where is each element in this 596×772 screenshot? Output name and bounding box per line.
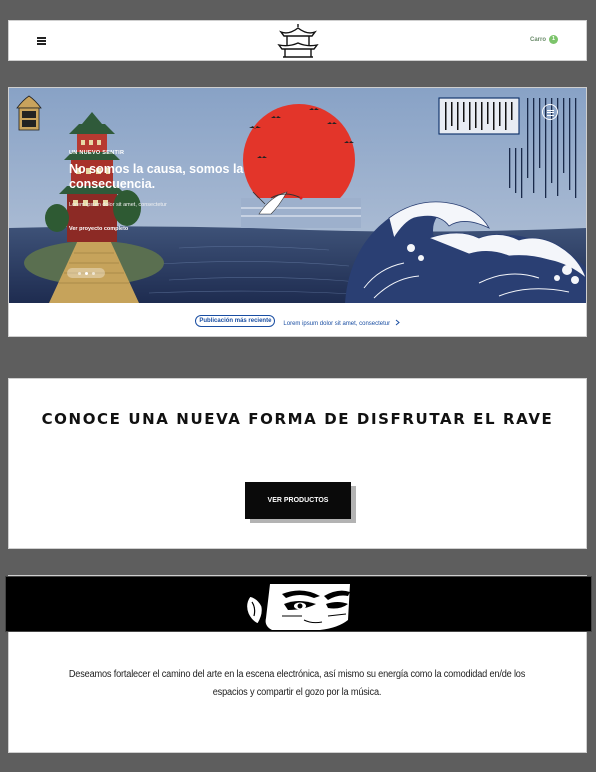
slider-dot-active[interactable] bbox=[84, 271, 88, 275]
latest-post-row: Publicación más reciente Lorem ipsum dol… bbox=[9, 312, 586, 330]
hero-subtitle: Lorem ipsum dolor sit amet, consectetur bbox=[69, 202, 167, 208]
chevron-right-icon bbox=[395, 319, 400, 326]
mission-section: Deseamos fortalecer el camino del arte e… bbox=[5, 575, 592, 753]
latest-post-text: Lorem ipsum dolor sit amet, consectetur bbox=[283, 321, 391, 327]
promo-section: Conoce una nueva forma de disfrutar el r… bbox=[8, 378, 587, 549]
view-products-button[interactable]: VER PRODUCTOS bbox=[245, 482, 351, 519]
view-project-link[interactable]: Ver proyecto completo bbox=[69, 226, 128, 232]
slider-dots bbox=[67, 268, 105, 278]
close-circle-icon[interactable] bbox=[542, 104, 558, 120]
latest-post-pill[interactable]: Publicación más reciente bbox=[195, 315, 276, 327]
cart-button[interactable]: Carro 1 bbox=[530, 35, 558, 44]
cart-label: Carro bbox=[529, 36, 546, 43]
manga-eyes-illustration bbox=[245, 584, 350, 630]
hero-kicker: UN NUEVO SENTIR bbox=[69, 150, 125, 156]
eyes-banner bbox=[5, 576, 592, 632]
hero-slider: UN NUEVO SENTIR No somos la causa, somos… bbox=[9, 88, 586, 303]
mission-statement: Deseamos fortalecer el camino del arte e… bbox=[68, 669, 526, 698]
latest-post-link[interactable]: Lorem ipsum dolor sit amet, consectetur bbox=[283, 312, 400, 330]
slider-dot[interactable] bbox=[91, 271, 95, 275]
site-header: Carro 1 bbox=[8, 20, 587, 61]
hero-section: UN NUEVO SENTIR No somos la causa, somos… bbox=[8, 87, 587, 337]
hero-title: No somos la causa, somos la consecuencia… bbox=[69, 162, 244, 191]
pagoda-logo-icon[interactable] bbox=[277, 23, 319, 59]
cart-count-badge: 1 bbox=[549, 35, 558, 44]
promo-title: Conoce una nueva forma de disfrutar el r… bbox=[41, 410, 554, 428]
slider-dot[interactable] bbox=[77, 271, 81, 275]
hamburger-menu-icon[interactable] bbox=[37, 37, 46, 45]
